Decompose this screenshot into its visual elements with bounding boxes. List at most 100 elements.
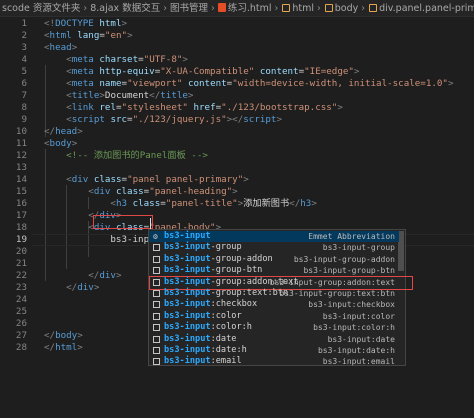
breadcrumb-item[interactable]: 练习.html <box>217 0 272 16</box>
code-text: <html lang="en"> <box>44 30 133 42</box>
code-text: <!DOCTYPE html> <box>44 18 127 30</box>
breadcrumb-label: html <box>292 3 314 14</box>
suggestion-detail: bs3-input-group-addon <box>293 254 395 264</box>
code-token: "stylesheet" <box>121 102 188 113</box>
suggestion-detail: Emmet Abbreviation <box>308 232 395 241</box>
code-token: </ <box>149 90 161 101</box>
code-line[interactable]: 1 <!DOCTYPE html> <box>0 18 474 30</box>
suggestion-label: bs3-input:email <box>164 356 242 367</box>
suggestion-label: bs3-input <box>164 231 211 242</box>
suggestion-item[interactable]: bs3-input:email bs3-input:email <box>149 356 399 367</box>
code-line[interactable]: 15 <div class="panel-heading"> <box>0 186 474 198</box>
code-token: class <box>132 198 161 209</box>
line-number: 8 <box>21 102 27 113</box>
suggestion-item[interactable]: bs3-input:date bs3-input:date <box>149 334 399 345</box>
breadcrumb-item[interactable]: body <box>324 0 358 16</box>
suggestion-label: bs3-input:date <box>164 334 236 345</box>
suggestion-label: bs3-input:color:h <box>164 322 252 333</box>
suggestion-item[interactable]: bs3-input-group-addon bs3-input-group-add… <box>149 254 399 265</box>
suggestion-item[interactable]: ⚙ bs3-input Emmet Abbreviation <box>149 231 399 243</box>
snippet-icon <box>153 358 160 366</box>
code-token: 添加新图书 <box>243 198 290 209</box>
code-token: content <box>187 78 227 89</box>
code-token: > <box>93 282 100 293</box>
code-text: </body> <box>44 330 83 342</box>
code-line[interactable]: 4 <meta charset="UTF-8"> <box>0 54 474 66</box>
breadcrumb-item[interactable]: 8.ajax 数据交互 <box>90 0 160 16</box>
suggestion-item[interactable]: bs3-input:color bs3-input:color <box>149 311 399 322</box>
suggestion-detail: bs3-input:checkbox <box>308 300 395 310</box>
code-token: "viewport" <box>127 78 183 89</box>
line-number: 18 <box>15 222 27 233</box>
code-line[interactable]: 14 <div class="panel panel-primary"> <box>0 174 474 186</box>
code-line[interactable]: 9 <script src="./123/jquery.js"></script… <box>0 114 474 126</box>
code-token: meta <box>71 78 94 89</box>
code-token: <!-- 添加图书的Panel面板 --> <box>66 150 208 161</box>
snippet-icon <box>153 267 160 275</box>
suggestion-rest: :color:h <box>210 322 252 333</box>
suggestion-widget[interactable]: ⚙ bs3-input Emmet Abbreviation bs3-input-gr… <box>148 229 413 367</box>
suggestion-match: bs3-input <box>164 276 211 287</box>
code-line[interactable]: 17 </div> <box>0 210 474 222</box>
code-token: href <box>193 102 216 113</box>
code-line[interactable]: 3 <head> <box>0 42 474 54</box>
code-token: Document <box>104 90 150 101</box>
code-line[interactable]: 11 <body> <box>0 138 474 150</box>
code-line[interactable]: 5 <meta http-equiv="X-UA-Compatible" con… <box>0 66 474 78</box>
suggestion-match: bs3-input <box>164 345 211 355</box>
code-token: head <box>49 42 72 53</box>
code-text: <div class="panel panel-primary"> <box>44 174 249 186</box>
breadcrumb-label: 练习.html <box>227 3 272 14</box>
code-token: content <box>259 66 299 77</box>
line-number: 27 <box>15 330 27 341</box>
breadcrumb-item[interactable]: html <box>281 0 314 16</box>
line-number: 14 <box>15 174 27 185</box>
breadcrumb-label: 图书管理 <box>170 3 209 14</box>
suggestion-item[interactable]: bs3-input:date:h bs3-input:date:h <box>149 345 399 356</box>
suggestion-item[interactable]: bs3-input:checkbox bs3-input:checkbox <box>149 299 399 310</box>
code-line[interactable]: 2 <html lang="en"> <box>0 30 474 42</box>
code-text: <head> <box>44 42 77 54</box>
suggestion-item[interactable]: bs3-input-group bs3-input-group <box>149 242 399 253</box>
code-token: body <box>49 138 72 149</box>
chevron-right-icon: › <box>163 3 168 14</box>
chevron-right-icon: › <box>211 3 215 14</box>
suggestion-item[interactable]: bs3-input-group:addon:text bs3-input-grou… <box>149 275 413 291</box>
line-number: 24 <box>15 294 27 305</box>
suggestion-item[interactable]: bs3-input-group:text:btn bs3-input-group:… <box>149 288 399 299</box>
code-token: > <box>353 66 360 77</box>
breadcrumb-item[interactable]: div.panel.panel-primary <box>368 0 474 16</box>
code-line[interactable]: 12 <!-- 添加图书的Panel面板 --> <box>0 150 474 162</box>
chevron-right-icon: › <box>361 3 366 14</box>
suggestion-detail: bs3-input-group <box>322 243 395 253</box>
line-number: 9 <box>21 114 27 125</box>
snippet-icon <box>153 290 160 297</box>
code-token: </ <box>44 330 56 341</box>
breadcrumb-item[interactable]: 图书管理 <box>170 0 209 16</box>
chevron-right-icon: › <box>316 3 321 14</box>
suggestion-match: bs3-input <box>164 231 211 241</box>
code-text: <!-- 添加图书的Panel面板 --> <box>44 150 208 162</box>
code-line[interactable]: 7 <title>Document</title> <box>0 90 474 102</box>
code-line[interactable]: 13 <box>0 162 474 174</box>
code-line[interactable]: 10 </head> <box>0 126 474 138</box>
code-line[interactable]: 8 <link rel="stylesheet" href="./123/boo… <box>0 102 474 114</box>
code-token: class <box>93 174 122 185</box>
typed-abbreviation-highlight <box>93 215 153 229</box>
code-line[interactable]: 16 <h3 class="panel-title">添加新图书</h3> <box>0 198 474 210</box>
code-text: <meta http-equiv="X-UA-Compatible" conte… <box>44 66 359 78</box>
code-token: > <box>276 114 282 125</box>
code-token: head <box>55 126 78 137</box>
element-icon <box>368 3 378 12</box>
code-text: <meta charset="UTF-8"> <box>44 54 188 66</box>
code-token: div <box>77 282 94 293</box>
code-token: ></ <box>226 114 244 125</box>
code-token: > <box>187 90 194 101</box>
breadcrumb-item[interactable]: scode 资源文件夹 <box>2 0 80 16</box>
code-line[interactable]: 6 <meta name="viewport" content="width=d… <box>0 78 474 90</box>
suggestion-item[interactable]: bs3-input:color:h bs3-input:color:h <box>149 322 399 333</box>
